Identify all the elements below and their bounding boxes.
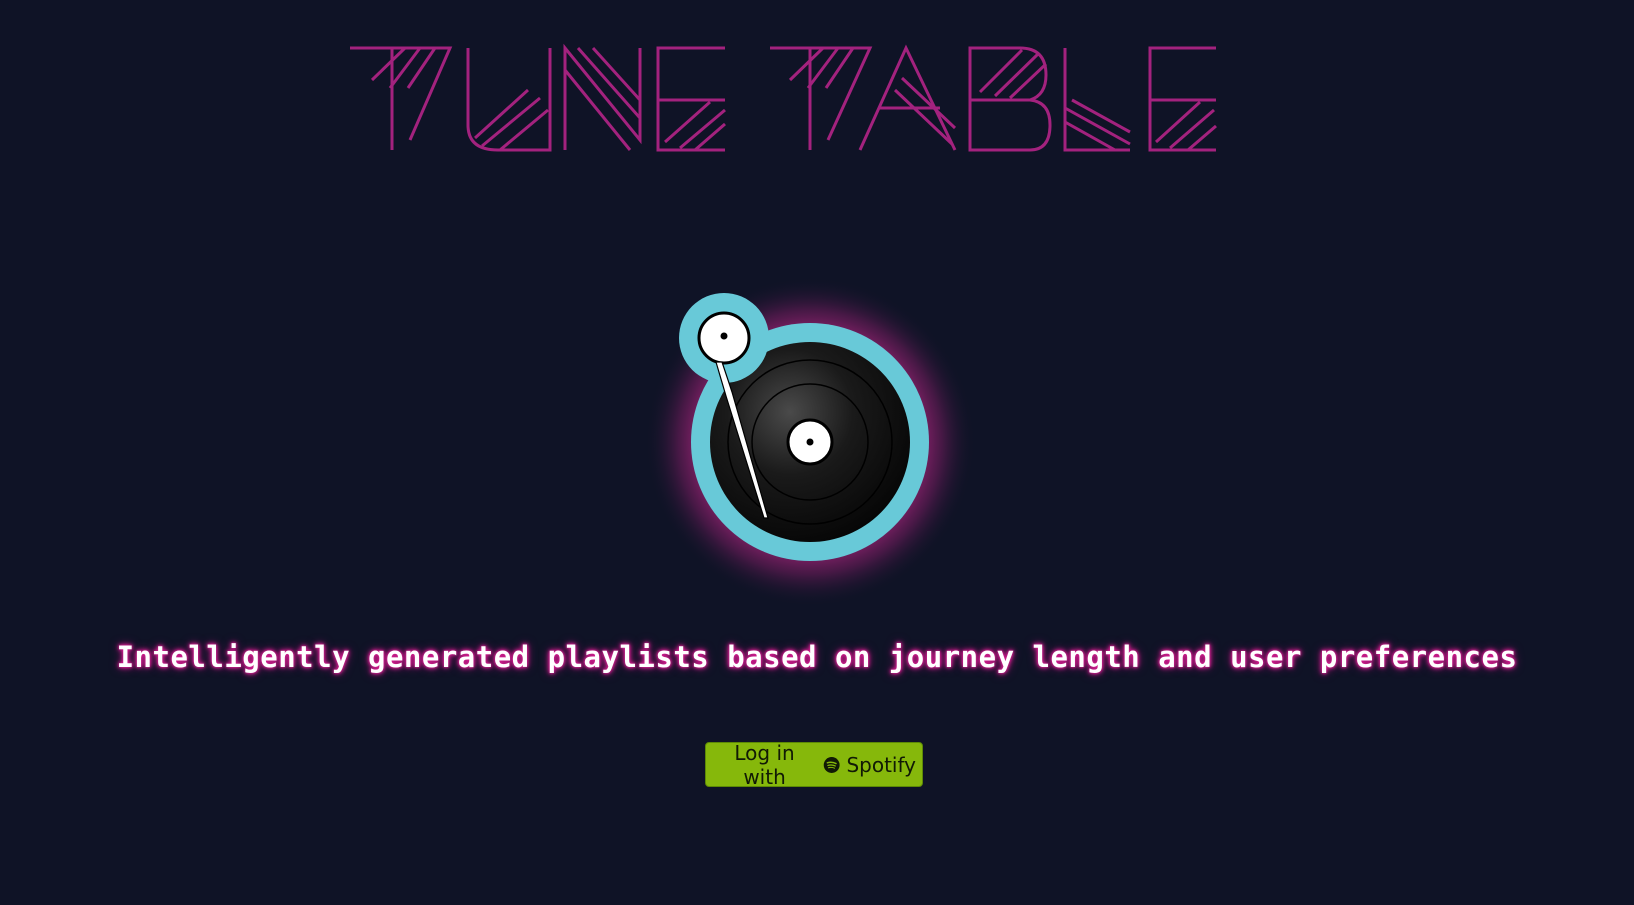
- spotify-login-button[interactable]: Log in with Spotify: [705, 740, 923, 789]
- login-button-brand: Spotify: [846, 752, 916, 777]
- tagline: Intelligently generated playlists based …: [116, 640, 1518, 674]
- login-button-prefix: Log in with: [734, 740, 795, 789]
- turntable-icon: [640, 270, 980, 610]
- spotify-icon: [823, 756, 840, 774]
- spindle: [806, 438, 814, 446]
- landing-page: Intelligently generated playlists based …: [0, 0, 1634, 905]
- app-logo: [350, 40, 1270, 160]
- tonearm-pin: [720, 332, 728, 340]
- tune-table-logo: [350, 43, 1217, 152]
